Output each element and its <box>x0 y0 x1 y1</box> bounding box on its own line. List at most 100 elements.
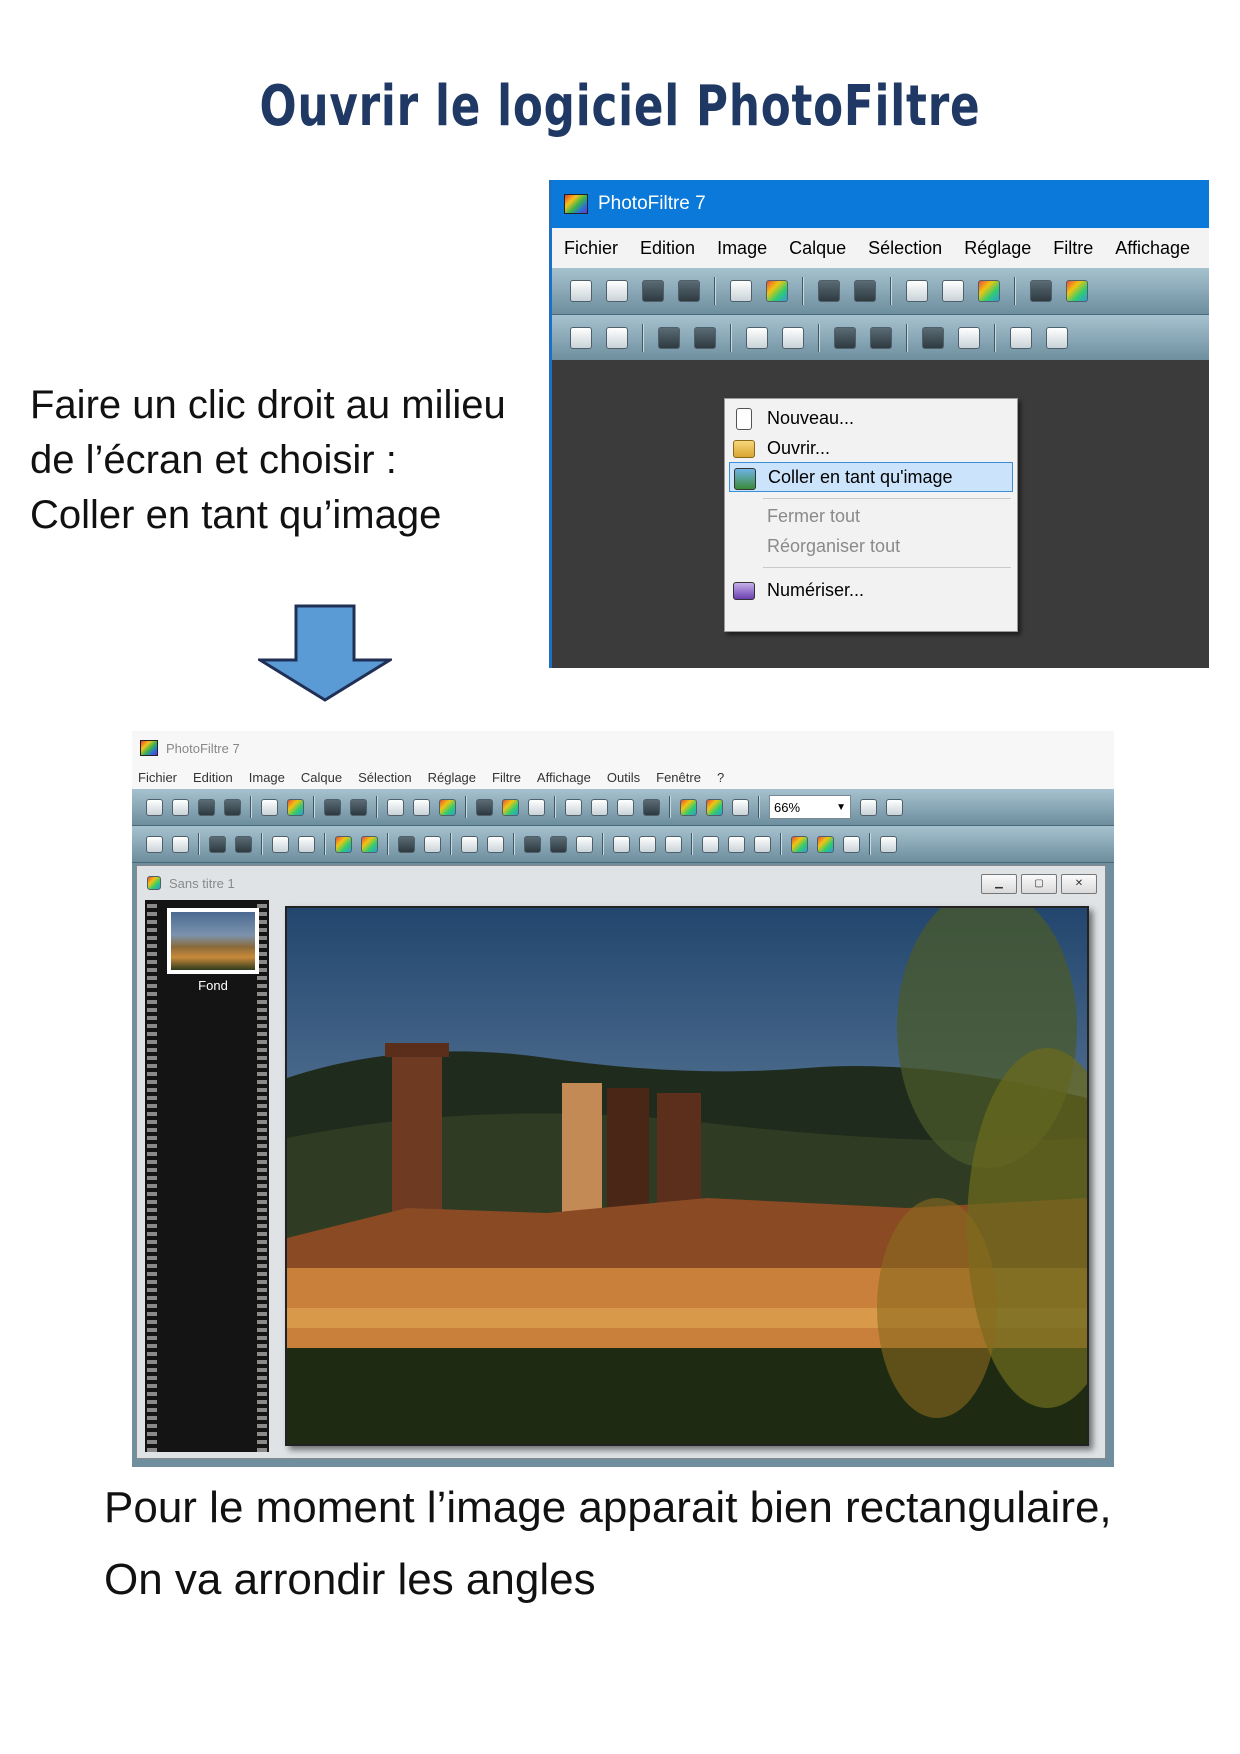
copy-icon[interactable] <box>387 798 404 816</box>
menu-affichage[interactable]: Affichage <box>537 770 591 785</box>
menu-image[interactable]: Image <box>249 770 285 785</box>
image-size-icon[interactable] <box>565 798 582 816</box>
blur-icon[interactable] <box>639 835 656 853</box>
save-icon[interactable] <box>642 280 664 302</box>
drops-icon[interactable] <box>754 835 771 853</box>
levels-icon[interactable] <box>958 327 980 349</box>
brightness-minus-icon[interactable] <box>570 327 592 349</box>
histogram-icon[interactable] <box>398 835 415 853</box>
gamma-plus-icon[interactable] <box>782 327 804 349</box>
menu-filtre[interactable]: Filtre <box>492 770 521 785</box>
levels-icon[interactable] <box>424 835 441 853</box>
save-as-icon[interactable] <box>224 798 241 816</box>
layer-thumbnail[interactable] <box>167 908 259 974</box>
plugin-icon[interactable] <box>706 798 723 816</box>
text-icon[interactable] <box>643 798 660 816</box>
menu-help[interactable]: ? <box>717 770 724 785</box>
gamma-auto-icon[interactable] <box>1010 327 1032 349</box>
zoom-out-icon[interactable] <box>886 798 903 816</box>
scan-icon[interactable] <box>766 280 788 302</box>
menu-reglage[interactable]: Réglage <box>964 238 1031 259</box>
transparency-icon[interactable] <box>528 798 545 816</box>
scan-icon[interactable] <box>287 798 304 816</box>
paste-icon[interactable] <box>942 280 964 302</box>
palette-icon[interactable] <box>1066 280 1088 302</box>
menu-calque[interactable]: Calque <box>789 238 846 259</box>
paste-image-icon[interactable] <box>978 280 1000 302</box>
maximize-button[interactable]: ▢ <box>1021 874 1057 894</box>
undo-icon[interactable] <box>324 798 341 816</box>
context-item-numeriser[interactable]: Numériser... <box>725 575 1017 605</box>
sharpen-icon[interactable] <box>665 835 682 853</box>
paste-image-icon[interactable] <box>439 798 456 816</box>
mosaic-icon[interactable] <box>550 835 567 853</box>
emboss-icon[interactable] <box>702 835 719 853</box>
saturation-minus-icon[interactable] <box>335 835 352 853</box>
gamma-auto-icon[interactable] <box>461 835 478 853</box>
open-icon[interactable] <box>606 280 628 302</box>
print-icon[interactable] <box>730 280 752 302</box>
menu-outils[interactable]: Outils <box>607 770 640 785</box>
saturation-minus-icon[interactable] <box>834 327 856 349</box>
texture-icon[interactable] <box>576 835 593 853</box>
contrast-plus-icon[interactable] <box>694 327 716 349</box>
menu-edition[interactable]: Edition <box>640 238 695 259</box>
contrast-plus-icon[interactable] <box>235 835 252 853</box>
save-icon[interactable] <box>198 798 215 816</box>
fullscreen-icon[interactable] <box>732 798 749 816</box>
contrast-minus-icon[interactable] <box>209 835 226 853</box>
new-icon[interactable] <box>570 280 592 302</box>
context-item-nouveau[interactable]: Nouveau... <box>725 403 1017 433</box>
save-as-icon[interactable] <box>678 280 700 302</box>
menu-selection[interactable]: Sélection <box>868 238 942 259</box>
zoom-select[interactable]: 66% ▼ <box>769 795 851 819</box>
menu-fenetre[interactable]: Fenêtre <box>656 770 701 785</box>
contrast-auto-icon[interactable] <box>1046 327 1068 349</box>
brightness-plus-icon[interactable] <box>606 327 628 349</box>
cylinder-icon[interactable] <box>613 835 630 853</box>
image-canvas[interactable] <box>285 906 1089 1446</box>
menu-filtre[interactable]: Filtre <box>1053 238 1093 259</box>
brightness-minus-icon[interactable] <box>146 835 163 853</box>
menu-reglage[interactable]: Réglage <box>428 770 476 785</box>
menu-calque[interactable]: Calque <box>301 770 342 785</box>
histogram-icon[interactable] <box>922 327 944 349</box>
contrast-auto-icon[interactable] <box>487 835 504 853</box>
close-button[interactable]: ✕ <box>1061 874 1097 894</box>
menu-fichier[interactable]: Fichier <box>564 238 618 259</box>
context-item-coller-en-tant-qu-image[interactable]: Coller en tant qu'image <box>729 462 1013 492</box>
menu-affichage[interactable]: Affichage <box>1115 238 1190 259</box>
brightness-plus-icon[interactable] <box>172 835 189 853</box>
gradient-icon[interactable] <box>817 835 834 853</box>
automation-icon[interactable] <box>843 835 860 853</box>
canvas-size-icon[interactable] <box>591 798 608 816</box>
palette-icon[interactable] <box>502 798 519 816</box>
open-icon[interactable] <box>172 798 189 816</box>
paste-icon[interactable] <box>413 798 430 816</box>
menu-image[interactable]: Image <box>717 238 767 259</box>
rgb-icon[interactable] <box>791 835 808 853</box>
context-item-ouvrir[interactable]: Ouvrir... <box>725 433 1017 463</box>
gamma-minus-icon[interactable] <box>272 835 289 853</box>
zoom-in-icon[interactable] <box>860 798 877 816</box>
gamma-minus-icon[interactable] <box>746 327 768 349</box>
saturation-plus-icon[interactable] <box>870 327 892 349</box>
explorer-icon[interactable] <box>680 798 697 816</box>
fill-icon[interactable] <box>476 798 493 816</box>
saturation-plus-icon[interactable] <box>361 835 378 853</box>
redo-icon[interactable] <box>854 280 876 302</box>
minimize-button[interactable]: ▁ <box>981 874 1017 894</box>
grid-icon[interactable] <box>524 835 541 853</box>
redo-icon[interactable] <box>350 798 367 816</box>
menu-selection[interactable]: Sélection <box>358 770 411 785</box>
new-icon[interactable] <box>146 798 163 816</box>
menu-edition[interactable]: Edition <box>193 770 233 785</box>
transform-icon[interactable] <box>880 835 897 853</box>
drop-icon[interactable] <box>728 835 745 853</box>
fill-icon[interactable] <box>1030 280 1052 302</box>
print-icon[interactable] <box>261 798 278 816</box>
contrast-minus-icon[interactable] <box>658 327 680 349</box>
gamma-plus-icon[interactable] <box>298 835 315 853</box>
menu-fichier[interactable]: Fichier <box>138 770 177 785</box>
copy-icon[interactable] <box>906 280 928 302</box>
